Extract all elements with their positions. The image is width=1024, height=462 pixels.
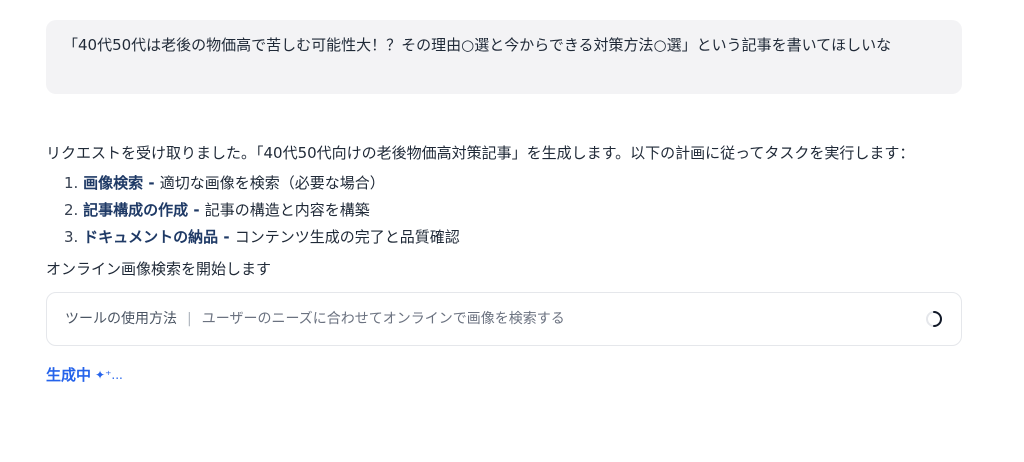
generating-indicator: 生成中 ✦⁺... [46, 362, 962, 388]
chat-thread: 「40代50代は老後の物価高で苦しむ可能性大！？その理由○選と今からできる対策方… [46, 20, 962, 388]
assistant-status: オンライン画像検索を開始します [46, 260, 272, 278]
plan-item: 2. 記事構成の作成 - 記事の構造と内容を構築 [64, 197, 962, 224]
plan-item-desc: コンテンツ生成の完了と品質確認 [234, 228, 460, 246]
plan-item-number: 3. [64, 228, 79, 246]
plan-item-title: 画像検索 [83, 174, 144, 192]
spinner-icon [925, 310, 943, 328]
assistant-intro: リクエストを受け取りました。「40代50代向けの老後物価高対策記事」を生成します… [46, 144, 915, 162]
plan-item-separator: - [218, 228, 235, 246]
plan-item-number: 1. [64, 174, 79, 192]
plan-item-separator: - [143, 174, 160, 192]
user-message-bubble: 「40代50代は老後の物価高で苦しむ可能性大！？その理由○選と今からできる対策方… [46, 20, 962, 94]
generating-label: 生成中 [46, 366, 92, 384]
plan-item-title: 記事構成の作成 [83, 201, 189, 219]
tool-usage-card[interactable]: ツールの使用方法 | ユーザーのニーズに合わせてオンラインで画像を検索する [46, 292, 962, 346]
task-plan-list: 1. 画像検索 - 適切な画像を検索（必要な場合） 2. 記事構成の作成 - 記… [46, 170, 962, 251]
generating-dots: ... [111, 368, 123, 382]
plan-item-title: ドキュメントの納品 [83, 228, 219, 246]
user-message-text: 「40代50代は老後の物価高で苦しむ可能性大！？その理由○選と今からできる対策方… [63, 36, 892, 54]
plan-item: 3. ドキュメントの納品 - コンテンツ生成の完了と品質確認 [64, 224, 962, 251]
tool-usage-divider: | [187, 311, 192, 327]
tool-usage-label: ツールの使用方法 [65, 311, 177, 327]
assistant-message: リクエストを受け取りました。「40代50代向けの老後物価高対策記事」を生成します… [46, 140, 962, 388]
plan-item-desc: 記事の構造と内容を構築 [204, 201, 370, 219]
plan-item-desc: 適切な画像を検索（必要な場合） [159, 174, 385, 192]
tool-usage-description: ユーザーのニーズに合わせてオンラインで画像を検索する [201, 311, 565, 327]
plan-item: 1. 画像検索 - 適切な画像を検索（必要な場合） [64, 170, 962, 197]
plan-item-number: 2. [64, 201, 79, 219]
plan-item-separator: - [188, 201, 205, 219]
sparkle-icon: ✦⁺ [95, 368, 112, 382]
